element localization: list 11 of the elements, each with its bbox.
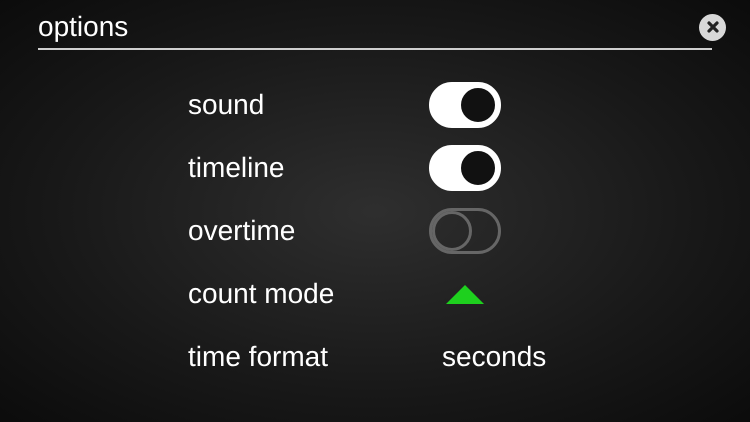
option-label: time format — [188, 343, 330, 371]
toggle-switch[interactable] — [429, 208, 501, 254]
option-label: sound — [188, 91, 266, 119]
up-triangle-icon[interactable] — [446, 284, 484, 304]
close-button[interactable] — [699, 14, 726, 40]
option-label: overtime — [188, 217, 296, 245]
option-label: timeline — [188, 154, 286, 182]
options-title: options — [38, 13, 128, 41]
option-value[interactable]: seconds — [442, 343, 546, 371]
close-icon — [706, 20, 720, 34]
option-label: count mode — [188, 280, 336, 308]
